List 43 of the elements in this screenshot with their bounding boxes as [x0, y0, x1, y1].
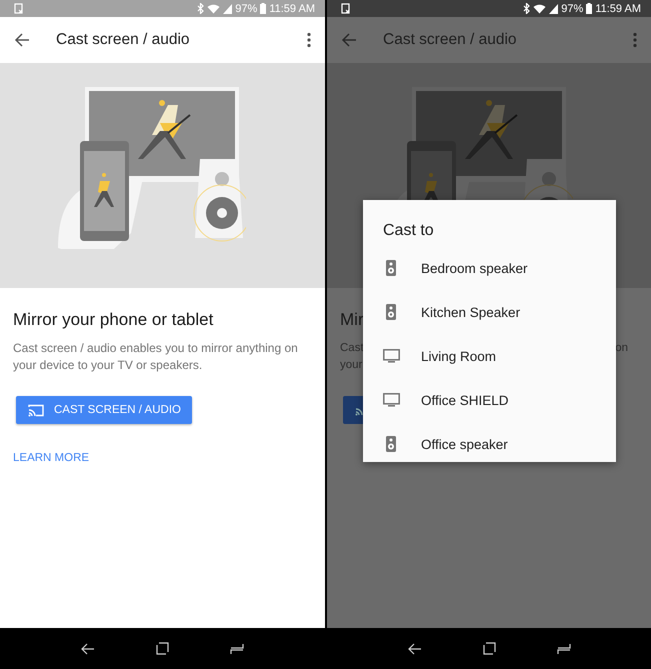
clock-time: 11:59 AM [595, 2, 641, 14]
cast-icon [28, 404, 44, 416]
back-icon[interactable] [408, 642, 422, 654]
tv-icon [383, 393, 400, 407]
battery-percentage: 97% [235, 2, 258, 14]
wifi-icon [207, 3, 220, 14]
more-options-icon[interactable] [307, 32, 311, 48]
screen-title: Cast screen / audio [56, 31, 191, 49]
screen-title: Cast screen / audio [383, 31, 518, 49]
dialog-title: Cast to [382, 222, 435, 241]
tv-icon [383, 349, 400, 363]
device-item[interactable]: Living Room [363, 334, 616, 378]
description-text: Cast screen / audio enables you to mirror anything on your device to your TV or speakers. [13, 340, 299, 374]
bluetooth-icon [197, 3, 204, 14]
description-text: Cast [340, 341, 364, 356]
learn-more-link[interactable]: LEARN MORE [13, 452, 90, 464]
device-item[interactable]: Bedroom speaker [363, 246, 616, 290]
back-arrow-icon[interactable] [14, 32, 30, 48]
device-item[interactable]: Office SHIELD [363, 378, 616, 422]
battery-icon [260, 3, 266, 14]
section-heading: Mir [340, 310, 364, 330]
notification-icon [14, 3, 24, 14]
speaker-icon [386, 436, 396, 452]
signal-icon [549, 4, 558, 14]
description-text: on [615, 341, 628, 356]
speaker-icon [386, 304, 396, 320]
notification-icon [341, 3, 351, 14]
device-item[interactable]: Office speaker [363, 422, 616, 466]
cast-icon [355, 408, 363, 416]
wifi-icon [533, 3, 546, 14]
battery-percentage: 97% [561, 2, 584, 14]
section-heading: Mirror your phone or tablet [13, 310, 214, 330]
cast-screen-button[interactable]: CAST SCREEN / AUDIO [16, 396, 192, 424]
signal-icon [223, 4, 232, 14]
battery-icon [586, 3, 592, 14]
recent-apps-icon[interactable] [556, 642, 570, 654]
bluetooth-icon [523, 3, 530, 14]
back-icon[interactable] [80, 642, 95, 654]
recent-apps-icon[interactable] [230, 642, 244, 654]
description-text: your [340, 358, 362, 373]
clock-time: 11:59 AM [269, 2, 315, 14]
device-item[interactable]: Kitchen Speaker [363, 290, 616, 334]
speaker-icon [386, 260, 396, 276]
